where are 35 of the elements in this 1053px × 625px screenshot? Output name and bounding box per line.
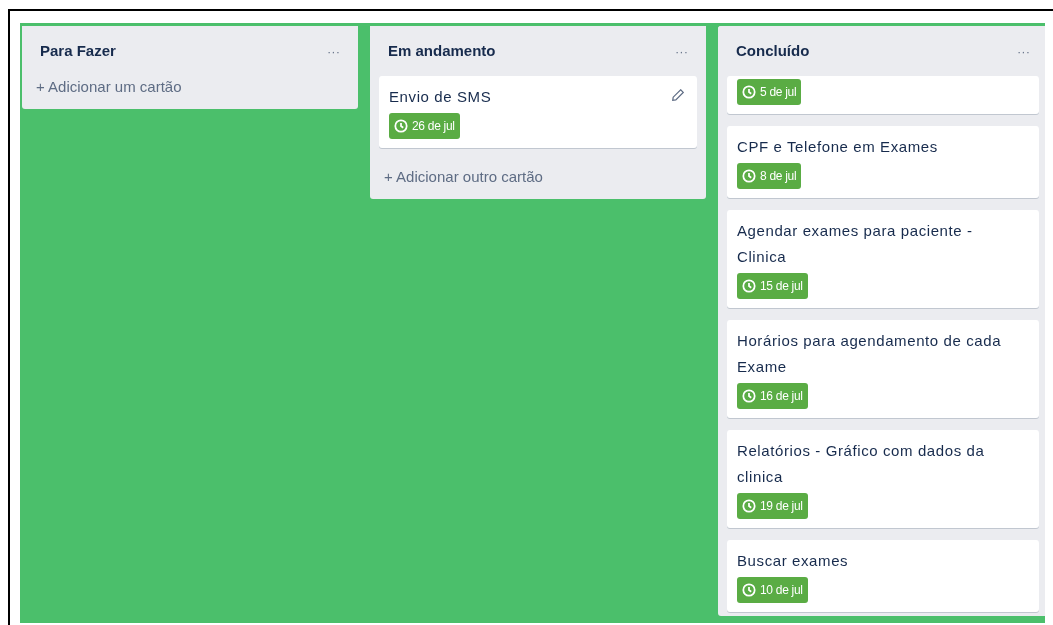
clock-icon xyxy=(742,499,756,513)
clock-icon xyxy=(394,119,408,133)
clock-icon xyxy=(742,279,756,293)
clock-icon xyxy=(742,169,756,183)
add-card-button[interactable]: + Adicionar outro cartão xyxy=(370,166,706,189)
due-date-badge: 26 de jul xyxy=(389,113,460,139)
due-date-badge: 8 de jul xyxy=(737,163,802,189)
task-card[interactable]: Horários para agendamento de cada Exame 16 de jul xyxy=(727,320,1039,418)
card-title: CPF e Telefone em Exames xyxy=(737,137,939,157)
card-title: Agendar exames para paciente - Clinica xyxy=(737,221,974,267)
due-date-badge: 19 de jul xyxy=(737,493,808,519)
list-menu-button[interactable]: ··· xyxy=(1017,44,1030,58)
card-title: Relatórios - Gráfico com dados da clinica xyxy=(737,441,986,487)
clock-icon xyxy=(742,85,756,99)
pencil-icon[interactable] xyxy=(671,88,685,102)
task-card[interactable]: Agendar exames para paciente - Clinica 15 de jul xyxy=(727,210,1039,308)
list-title: Para Fazer xyxy=(40,40,116,61)
clock-icon xyxy=(742,583,756,597)
card-title: Horários para agendamento de cada Exame xyxy=(737,331,1003,377)
list-menu-button[interactable]: ··· xyxy=(327,44,340,58)
list-title: Em andamento xyxy=(388,40,496,61)
due-date-badge: 15 de jul xyxy=(737,273,808,299)
task-card[interactable]: CPF e Telefone em Exames 8 de jul xyxy=(727,126,1039,198)
clock-icon xyxy=(742,389,756,403)
card-title: Buscar exames xyxy=(737,551,850,571)
list-title: Concluído xyxy=(736,40,810,61)
task-card[interactable]: Envio de SMS 26 de jul xyxy=(379,76,697,148)
due-date-badge: 16 de jul xyxy=(737,383,808,409)
card-title: Envio de SMS xyxy=(389,87,493,107)
due-date-badge: 10 de jul xyxy=(737,577,808,603)
task-card[interactable]: Buscar exames 10 de jul xyxy=(727,540,1039,612)
task-card[interactable]: Relatórios - Gráfico com dados da clinica 19 de jul xyxy=(727,430,1039,528)
list-menu-button[interactable]: ··· xyxy=(675,44,688,58)
add-card-button[interactable]: + Adicionar um cartão xyxy=(22,76,358,99)
due-date-badge: 5 de jul xyxy=(737,79,802,105)
